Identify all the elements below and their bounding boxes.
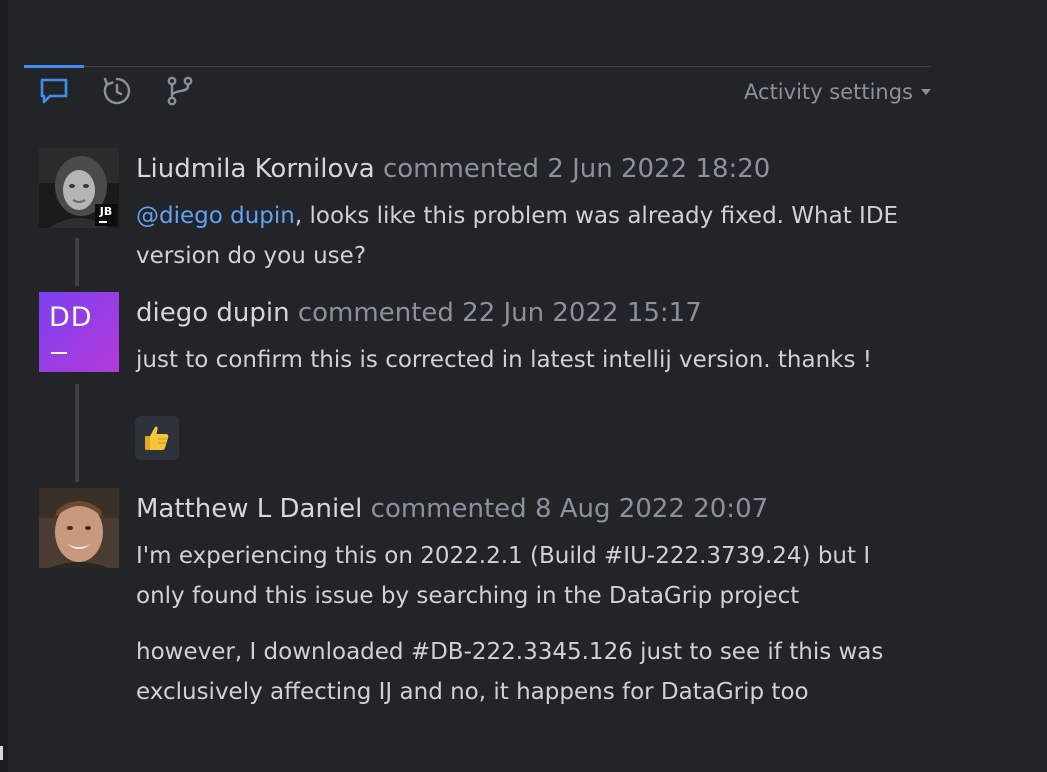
history-icon (103, 77, 131, 105)
comment-verb: commented (370, 494, 527, 524)
comment-date[interactable]: 8 Aug 2022 20:07 (535, 494, 768, 524)
comment-author[interactable]: Matthew L Daniel (136, 494, 362, 524)
avatar-dash (51, 352, 67, 354)
avatar-initials: DD (49, 302, 93, 333)
comment-header: Matthew L Daniel commented 8 Aug 2022 20… (136, 494, 768, 524)
comment-item: JB Liudmila Kornilova commented 2 Jun 20… (39, 148, 909, 288)
comment-author[interactable]: Liudmila Kornilova (136, 154, 375, 184)
comment-date[interactable]: 2 Jun 2022 18:20 (547, 154, 770, 184)
avatar[interactable] (39, 488, 119, 568)
comment-paragraph: I'm experiencing this on 2022.2.1 (Build… (136, 543, 871, 609)
vcs-tab[interactable] (150, 67, 210, 115)
left-gutter (0, 0, 8, 772)
branch-icon (167, 76, 193, 106)
comment-body: just to confirm this is corrected in lat… (136, 347, 872, 373)
thumbs-up-icon (145, 426, 169, 450)
activity-settings-label: Activity settings (744, 80, 913, 104)
avatar-photo (39, 488, 119, 568)
activity-tabbar: Activity settings (24, 65, 931, 117)
thread-connector (75, 384, 79, 482)
comment-header: Liudmila Kornilova commented 2 Jun 2022 … (136, 154, 770, 184)
comments-tab[interactable] (24, 65, 84, 115)
activity-panel: Activity settings JB Liudmila Kornilova (0, 0, 1047, 772)
activity-settings-dropdown[interactable]: Activity settings (744, 75, 931, 109)
comment-date[interactable]: 22 Jun 2022 15:17 (462, 298, 702, 328)
comment-author[interactable]: diego dupin (136, 298, 290, 328)
comment-icon (40, 78, 68, 104)
comment-item: Matthew L Daniel commented 8 Aug 2022 20… (39, 488, 909, 758)
thumbs-up-reaction[interactable] (135, 416, 179, 460)
jetbrains-badge: JB (95, 204, 117, 226)
comment-header: diego dupin commented 22 Jun 2022 15:17 (136, 298, 702, 328)
comment-verb: commented (382, 154, 540, 184)
comment-verb: commented (297, 298, 454, 328)
chevron-down-icon (921, 89, 931, 95)
history-tab[interactable] (87, 67, 147, 115)
comment-body: @diego dupin, looks like this problem wa… (136, 196, 906, 276)
user-mention-link[interactable]: @diego dupin (136, 203, 295, 229)
badge-text: JB (99, 205, 113, 218)
comment-paragraph: however, I downloaded #DB-222.3345.126 j… (136, 639, 884, 705)
gutter-mark (0, 746, 3, 760)
avatar[interactable]: DD (39, 292, 119, 372)
badge-bar (99, 221, 107, 223)
thread-connector (75, 238, 79, 286)
avatar[interactable]: JB (39, 148, 119, 228)
